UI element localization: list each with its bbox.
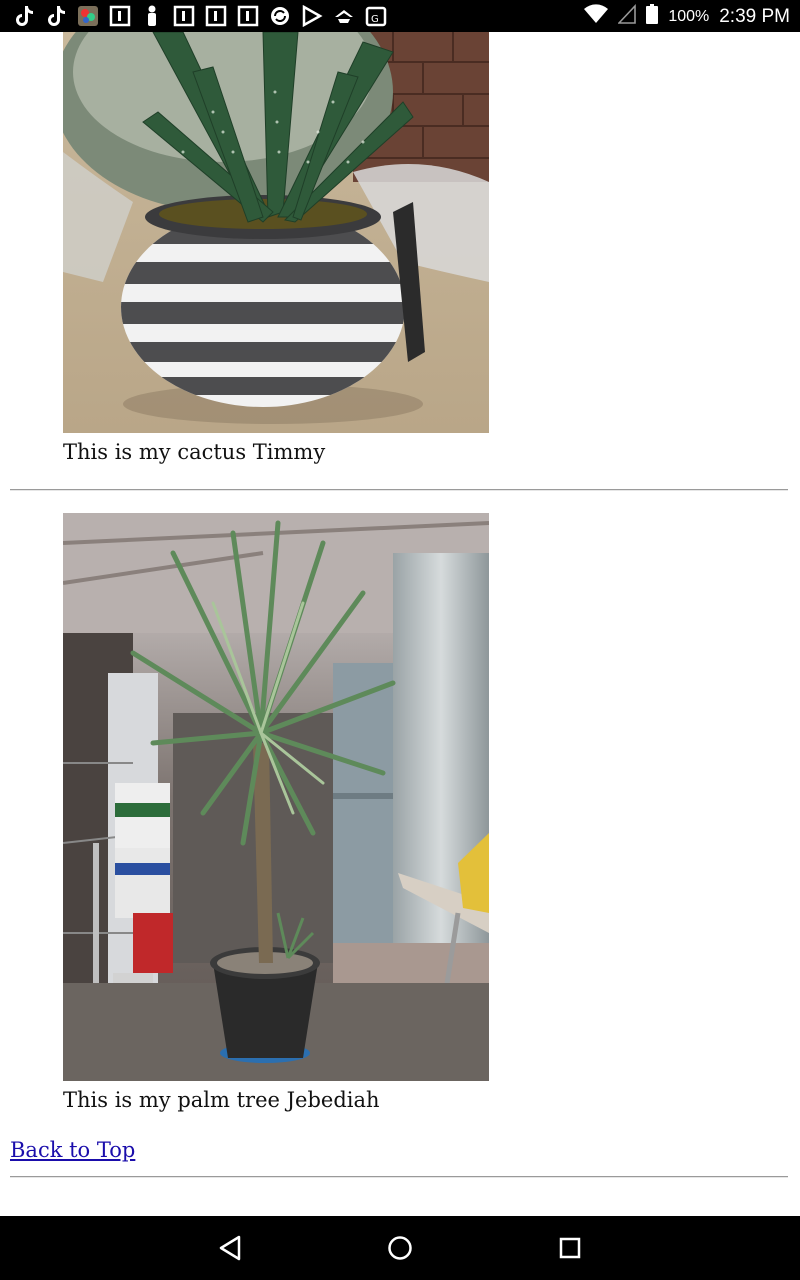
play-store-icon — [300, 4, 324, 28]
sync-icon — [268, 4, 292, 28]
notification-square-icon — [108, 4, 132, 28]
cell-signal-icon — [617, 3, 637, 29]
cactus-photo — [63, 32, 489, 433]
notification-square-icon — [172, 4, 196, 28]
wifi-icon — [584, 4, 609, 29]
palm-photo — [63, 513, 489, 1081]
divider — [10, 489, 788, 491]
cloud-icon — [332, 4, 356, 28]
notification-square-icon — [236, 4, 260, 28]
notification-icons: G — [12, 4, 388, 28]
battery-percent: 100% — [668, 7, 710, 25]
navigation-bar — [0, 1216, 800, 1280]
home-icon[interactable] — [384, 1232, 416, 1264]
svg-text:G: G — [371, 14, 379, 25]
gallery-app-icon — [76, 4, 100, 28]
notification-square-icon — [204, 4, 228, 28]
clock: 2:39 PM — [719, 5, 790, 27]
page-content: This is my cactus Timmy This is my palm … — [0, 32, 800, 1216]
recents-icon[interactable] — [554, 1232, 586, 1264]
maps-icon: G — [364, 4, 388, 28]
back-to-top-link[interactable]: Back to Top — [10, 1138, 135, 1162]
post-caption: This is my palm tree Jebediah — [63, 1088, 380, 1112]
tiktok-icon — [44, 4, 68, 28]
back-icon[interactable] — [214, 1232, 246, 1264]
tiktok-icon — [12, 4, 36, 28]
system-status: 100% 2:39 PM — [584, 3, 790, 29]
battery-icon — [646, 4, 659, 29]
person-icon — [140, 4, 164, 28]
status-bar: G 100% 2:39 PM — [0, 0, 800, 32]
divider — [10, 1176, 788, 1178]
post-caption: This is my cactus Timmy — [63, 440, 326, 464]
